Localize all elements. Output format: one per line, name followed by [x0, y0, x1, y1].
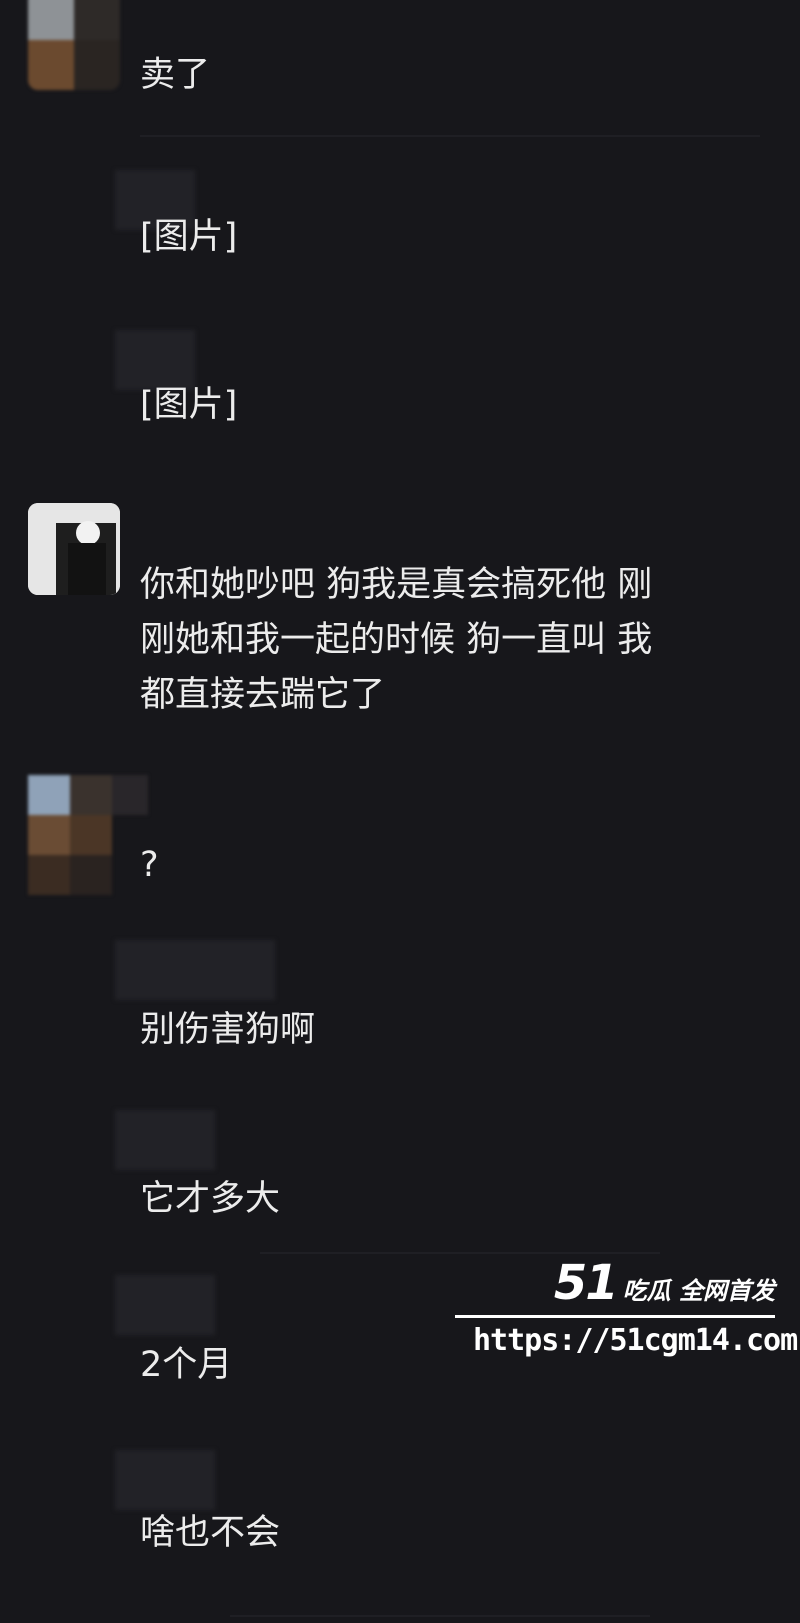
avatar-blurred-mid[interactable]	[28, 775, 148, 895]
watermark-logo-text: 吃瓜 全网首发	[622, 1277, 775, 1305]
divider	[140, 135, 760, 137]
message-text: [图片]	[140, 217, 238, 257]
avatar-blurred-top[interactable]	[28, 0, 120, 90]
blurred-avatar-ghost	[115, 1275, 215, 1335]
divider	[260, 1252, 660, 1254]
message-text: 啥也不会	[140, 1513, 281, 1553]
message-text: [图片]	[140, 385, 238, 425]
avatar-user[interactable]	[28, 503, 120, 595]
watermark-logo-number: 51	[553, 1255, 619, 1311]
watermark: 51 吃瓜 全网首发 https://51cgm14.com	[455, 1255, 798, 1360]
message-text: ?	[140, 845, 159, 885]
divider	[230, 1615, 650, 1617]
blurred-avatar-ghost	[115, 940, 275, 1000]
message-text: 你和她吵吧 狗我是真会搞死他 刚 刚她和我一起的时候 狗一直叫 我 都直接去踹它…	[140, 565, 653, 715]
person-avatar-icon	[28, 503, 120, 595]
blurred-avatar-ghost	[115, 1110, 215, 1170]
watermark-url: https://51cgm14.com	[473, 1323, 798, 1358]
message-text: 别伤害狗啊	[140, 1010, 316, 1050]
watermark-underline	[455, 1315, 775, 1318]
watermark-logo: 51 吃瓜 全网首发	[554, 1255, 775, 1311]
blurred-avatar-ghost	[115, 1450, 215, 1510]
message-text: 卖了	[140, 55, 211, 95]
message-text: 它才多大	[140, 1179, 281, 1219]
